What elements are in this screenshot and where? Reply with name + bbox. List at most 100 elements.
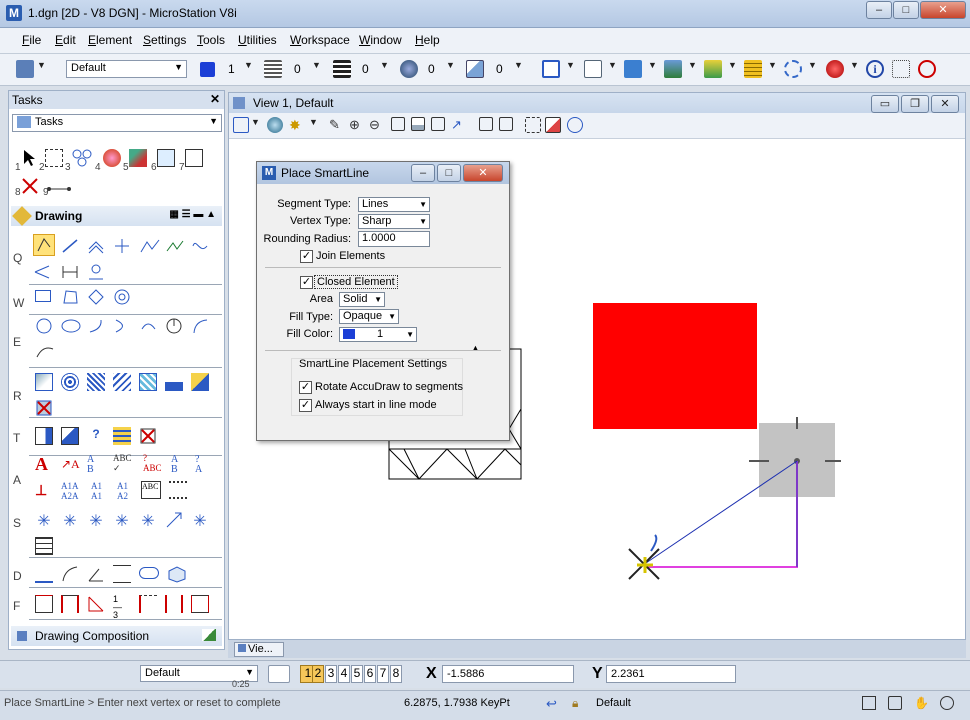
place-curve-icon[interactable] — [191, 237, 209, 255]
layers-icon[interactable] — [744, 60, 762, 78]
pattern-area-icon[interactable] — [113, 373, 131, 391]
crosshatch-icon[interactable] — [87, 373, 105, 391]
place-stream-icon[interactable] — [139, 237, 160, 255]
dimension-help-icon[interactable]: ? — [87, 427, 105, 445]
view-button-8[interactable]: 8 — [390, 665, 402, 683]
chevron-down-icon[interactable]: ▼ — [808, 60, 817, 70]
fence-icon[interactable] — [45, 149, 63, 167]
menu-element[interactable]: Element — [88, 33, 132, 47]
modify-arc-angle-icon[interactable] — [191, 317, 209, 335]
modify-arc-radius-icon[interactable] — [165, 317, 183, 335]
collapse-triangle-icon[interactable]: ▲ — [471, 343, 480, 353]
modify-icon[interactable] — [185, 149, 203, 167]
zoom-in-icon[interactable]: ⊕ — [349, 117, 365, 133]
elevation-callout-icon[interactable] — [87, 595, 105, 613]
place-table-icon[interactable] — [35, 537, 53, 555]
dialog-close-button[interactable]: ✕ — [463, 164, 503, 182]
dimension-angle-icon[interactable] — [61, 565, 79, 583]
lock-icon[interactable]: 🔒︎ — [572, 696, 588, 712]
manipulate-icon[interactable] — [129, 149, 147, 167]
element-selection-icon[interactable] — [542, 60, 560, 78]
match-text-icon[interactable]: AB — [171, 455, 189, 475]
change-attributes-icon[interactable] — [157, 149, 175, 167]
replace-cells-icon[interactable] — [165, 511, 183, 529]
chevron-down-icon[interactable]: ▼ — [244, 60, 253, 70]
place-regular-polygon-icon[interactable] — [113, 288, 131, 306]
drawing-boundary-icon[interactable] — [165, 595, 183, 613]
minimize-button[interactable]: – — [866, 1, 892, 19]
place-cell-icon[interactable]: ✳ — [35, 511, 53, 530]
chevron-down-icon[interactable]: ▼ — [251, 117, 260, 127]
view-restore-button[interactable]: ❐ — [901, 95, 929, 113]
place-half-ellipse-icon[interactable] — [113, 317, 131, 335]
dimension-element-icon[interactable] — [35, 427, 53, 445]
always-start-line-mode-checkbox[interactable]: ✓ — [299, 399, 312, 412]
place-orthogonal-shape-icon[interactable] — [87, 288, 105, 306]
drawing-composition-header[interactable]: Drawing Composition — [11, 626, 222, 646]
menu-tools[interactable]: Tools — [197, 33, 225, 47]
view-button-6[interactable]: 6 — [364, 665, 376, 683]
chevron-down-icon[interactable]: ▼ — [309, 117, 318, 127]
rounding-radius-input[interactable]: 1.0000 — [358, 231, 430, 247]
area-select[interactable]: Solid ▼ — [339, 292, 385, 307]
line-weight-icon[interactable] — [333, 60, 351, 78]
detailing-symbol-icon[interactable] — [35, 595, 53, 613]
dimension-ordinate-icon[interactable] — [113, 565, 131, 583]
menu-settings[interactable]: Settings — [143, 33, 186, 47]
place-point-icon[interactable] — [113, 237, 131, 255]
dimension-element-3d-icon[interactable] — [167, 565, 186, 583]
fit-view-icon[interactable] — [411, 117, 425, 131]
dimension-delete-icon[interactable] — [139, 427, 157, 445]
view-groups-icon[interactable] — [268, 665, 290, 683]
display-text-attributes-icon[interactable]: AB — [87, 455, 105, 475]
message-center-icon[interactable]: ↩ — [546, 696, 562, 712]
attributes-icon[interactable] — [103, 149, 121, 167]
place-shape-icon[interactable] — [61, 288, 79, 306]
view-button-7[interactable]: 7 — [377, 665, 389, 683]
measure-icon[interactable] — [47, 177, 71, 195]
view-button-4[interactable]: 4 — [338, 665, 350, 683]
view-next-icon[interactable] — [499, 117, 513, 131]
groups-icon[interactable] — [71, 149, 92, 167]
dimension-stack-icon[interactable] — [113, 427, 131, 445]
view-tab[interactable]: Vie... — [234, 642, 284, 657]
menu-workspace[interactable]: Workspace — [290, 33, 350, 47]
place-text-icon[interactable]: A — [35, 455, 53, 473]
enter-data-fields-icon[interactable] — [169, 481, 187, 499]
define-cell-origin-icon[interactable]: ✳ — [113, 511, 131, 530]
chevron-down-icon[interactable]: ▼ — [37, 60, 46, 70]
camera-settings-icon[interactable] — [567, 117, 583, 133]
dimension-linear-icon[interactable] — [35, 565, 53, 583]
measure-icon[interactable] — [892, 60, 910, 78]
delete-element-icon[interactable] — [918, 60, 936, 78]
color-swatch-icon[interactable] — [200, 62, 215, 77]
construct-bisector-icon[interactable] — [33, 263, 51, 281]
construct-line-icon[interactable] — [61, 263, 79, 281]
y-coordinate-input[interactable]: 2.2361 — [606, 665, 736, 683]
title-text-icon[interactable]: 1—3 — [113, 595, 131, 620]
chevron-down-icon[interactable]: ▼ — [850, 60, 859, 70]
construct-tangent-icon[interactable] — [87, 263, 105, 281]
show-pattern-icon[interactable] — [191, 373, 209, 391]
select-place-cell-icon[interactable]: ✳ — [87, 511, 105, 530]
view-button-3[interactable]: 3 — [325, 665, 337, 683]
dimension-angular-icon[interactable] — [87, 565, 105, 583]
chevron-down-icon[interactable]: ▼ — [446, 60, 455, 70]
auto-fill-icon[interactable]: A1 A2 — [117, 481, 135, 501]
menu-file[interactable]: File — [22, 33, 41, 47]
models-icon[interactable] — [624, 60, 642, 78]
model-status-icon[interactable] — [940, 696, 954, 710]
place-ellipse-icon[interactable] — [61, 317, 81, 335]
join-elements-checkbox[interactable]: ✓ — [300, 250, 313, 263]
transparency-globe-icon[interactable] — [400, 60, 418, 78]
menu-help[interactable]: Help — [415, 33, 440, 47]
chevron-down-icon[interactable]: ▼ — [648, 60, 657, 70]
segment-type-select[interactable]: Lines ▼ — [358, 197, 430, 212]
place-arc-icon[interactable] — [87, 317, 105, 335]
clip-mask-icon[interactable] — [545, 117, 561, 133]
fill-type-select[interactable]: Opaque ▼ — [339, 309, 399, 324]
chevron-down-icon[interactable]: ▼ — [566, 60, 575, 70]
view-attributes-icon[interactable] — [233, 117, 249, 133]
close-icon[interactable]: ✕ — [210, 92, 220, 106]
view-minimize-button[interactable]: ▭ — [871, 95, 899, 113]
